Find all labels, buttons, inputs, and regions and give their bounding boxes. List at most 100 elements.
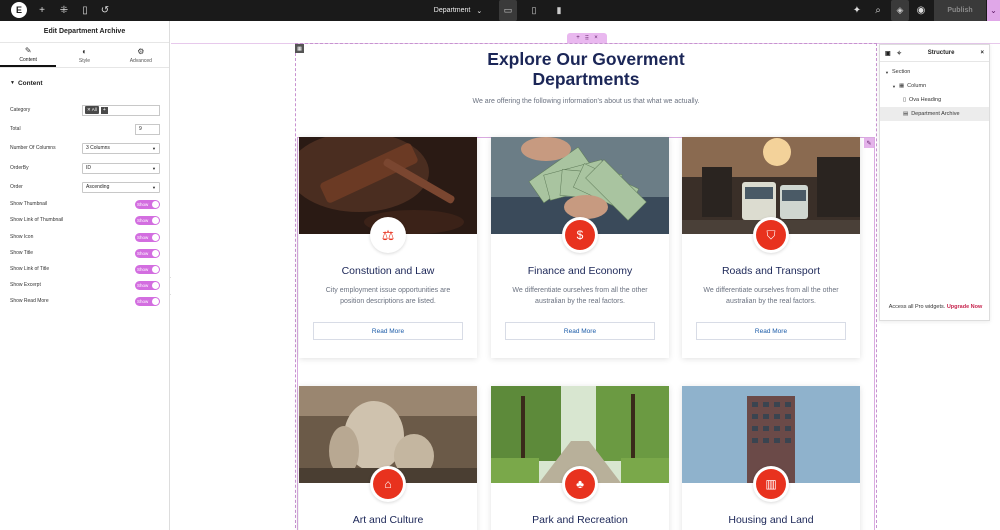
page-icon[interactable]: ▯	[78, 0, 92, 21]
orderby-control: OrderBy ID ▼	[0, 161, 170, 175]
department-card[interactable]: ⌂ Art and Culture	[299, 386, 477, 530]
show-thumbnail-toggle[interactable]: Show	[135, 199, 160, 209]
drag-handle-icon[interactable]: ⠿	[585, 35, 589, 42]
settings-icon[interactable]: ⁜	[57, 0, 71, 21]
preview-eye-icon[interactable]: ◉	[914, 0, 928, 21]
heading-widget-icon: ▯	[903, 97, 907, 103]
toggle-state: Show	[137, 234, 149, 240]
category-select[interactable]: ✕ All +	[82, 104, 160, 116]
department-card[interactable]: ♣ Park and Recreation	[491, 386, 669, 530]
toggle-row: Show Link of Thumbnail Show	[0, 213, 170, 227]
plus-icon[interactable]: +	[35, 0, 49, 21]
category-control: Category ✕ All +	[0, 103, 170, 117]
total-control: Total 9	[0, 122, 170, 136]
card-icon-wrap: ▥	[753, 466, 789, 502]
department-card[interactable]: ⛉ Roads and Transport We differentiate o…	[682, 137, 860, 358]
structure-icon[interactable]: ◈	[891, 0, 909, 21]
add-category-button[interactable]: +	[100, 106, 108, 114]
toggle-row: Show Excerpt Show	[0, 278, 170, 292]
caret-down-icon: ▼	[10, 80, 15, 86]
tree-item-column[interactable]: ▼ ▦ Column	[880, 79, 989, 93]
close-icon[interactable]: ×	[594, 35, 598, 41]
department-card[interactable]: ▥ Housing and Land	[682, 386, 860, 530]
publish-button[interactable]: Publish	[934, 0, 986, 21]
tree-item-ova-heading[interactable]: ▯ Ova Heading	[880, 93, 989, 107]
publish-options-chevron-icon[interactable]: ⌄	[987, 0, 1000, 21]
editor-panel: Edit Department Archive ✎ Content ◐ Styl…	[0, 21, 170, 530]
mobile-view-icon[interactable]: ▮	[550, 0, 568, 21]
show-icon-toggle[interactable]: Show	[135, 232, 160, 242]
column-edit-icon[interactable]: ▦	[295, 44, 304, 53]
card-title[interactable]: Housing and Land	[682, 514, 860, 526]
desktop-view-icon[interactable]: ▭	[499, 0, 517, 21]
department-card[interactable]: $ Finance and Economy We differentiate o…	[491, 137, 669, 358]
order-label: Order	[10, 184, 23, 190]
order-value: Ascending	[86, 184, 110, 190]
show-link-thumbnail-toggle[interactable]: Show	[135, 215, 160, 225]
toggle-label: Show Thumbnail	[10, 201, 48, 207]
show-read-more-toggle[interactable]: Show	[135, 296, 160, 306]
panel-tabs: ✎ Content ◐ Style ⚙ Advanced	[0, 43, 169, 68]
upgrade-notice: Access all Pro widgets. Upgrade Now	[880, 304, 991, 310]
department-card[interactable]: ⚖ Constution and Law City employment iss…	[299, 137, 477, 358]
tab-style[interactable]: ◐ Style	[56, 43, 112, 67]
category-label: Category	[10, 107, 31, 113]
read-more-button[interactable]: Read More	[505, 322, 655, 340]
read-more-button[interactable]: Read More	[313, 322, 463, 340]
expand-icon[interactable]: ▣	[885, 50, 891, 57]
caret-down-icon: ▼	[885, 69, 889, 75]
close-icon[interactable]: ×	[980, 50, 984, 56]
toggle-label: Show Read More	[10, 298, 49, 304]
chevron-down-icon: ▼	[152, 184, 156, 190]
gear-icon: ⚙	[137, 46, 145, 56]
tab-advanced[interactable]: ⚙ Advanced	[113, 43, 169, 67]
show-link-title-toggle[interactable]: Show	[135, 264, 160, 274]
card-title[interactable]: Constution and Law	[299, 265, 477, 277]
elementor-logo-button[interactable]: E	[11, 2, 27, 18]
toggle-knob	[152, 265, 159, 273]
card-icon-wrap: ♣	[562, 466, 598, 502]
card-title[interactable]: Roads and Transport	[682, 265, 860, 277]
card-description: City employment issue opportunities are …	[325, 287, 451, 305]
columns-select[interactable]: 3 Columns ▼	[82, 142, 160, 154]
card-icon-wrap: ⌂	[370, 466, 406, 502]
card-title[interactable]: Park and Recreation	[491, 514, 669, 526]
search-icon[interactable]: ⌕	[871, 0, 885, 21]
road-icon: ⛉	[756, 220, 786, 250]
money-bag-icon: $	[565, 220, 595, 250]
tree-item-section[interactable]: ▼ Section	[880, 65, 989, 79]
section-label: Content	[17, 79, 43, 87]
card-icon-wrap: $	[562, 217, 598, 253]
tablet-view-icon[interactable]: ▯	[525, 0, 543, 21]
add-icon[interactable]: +	[576, 35, 580, 41]
card-icon-wrap: ⚖	[370, 217, 406, 253]
upgrade-text: Access all Pro widgets.	[888, 304, 946, 310]
toggle-state: Show	[137, 282, 149, 288]
read-more-button[interactable]: Read More	[696, 322, 846, 340]
orderby-select[interactable]: ID ▼	[82, 162, 160, 174]
chevron-down-icon: ⌄	[476, 7, 483, 15]
tree-item-label: Department Archive	[911, 111, 960, 117]
column-icon: ▦	[898, 83, 905, 89]
chevron-down-icon: ▼	[152, 145, 156, 151]
category-tag-all[interactable]: ✕ All	[85, 106, 99, 114]
show-excerpt-toggle[interactable]: Show	[135, 280, 160, 290]
tab-content[interactable]: ✎ Content	[0, 43, 57, 67]
card-title[interactable]: Finance and Economy	[491, 265, 669, 277]
notifications-icon[interactable]: ✦	[850, 0, 864, 21]
history-icon[interactable]: ↺	[98, 0, 112, 21]
tree-item-department-archive[interactable]: ▤ Department Archive	[880, 107, 989, 121]
edit-widget-pencil-icon[interactable]: ✎	[864, 138, 874, 148]
columns-control: Number Of Columns 3 Columns ▼	[0, 141, 170, 155]
document-selector[interactable]: Department ⌄	[428, 0, 488, 21]
caret-down-icon: ▼	[892, 83, 896, 89]
card-title[interactable]: Art and Culture	[299, 514, 477, 526]
show-title-toggle[interactable]: Show	[135, 248, 160, 258]
order-select[interactable]: Ascending ▼	[82, 181, 160, 193]
section-handle[interactable]: + ⠿ ×	[567, 33, 607, 43]
total-input[interactable]: 9	[135, 123, 160, 135]
sparkle-icon[interactable]: ✧	[897, 50, 902, 57]
upgrade-link[interactable]: Upgrade Now	[947, 304, 982, 310]
content-section-header[interactable]: ▼ Content	[0, 74, 169, 92]
toggle-knob	[152, 200, 159, 208]
